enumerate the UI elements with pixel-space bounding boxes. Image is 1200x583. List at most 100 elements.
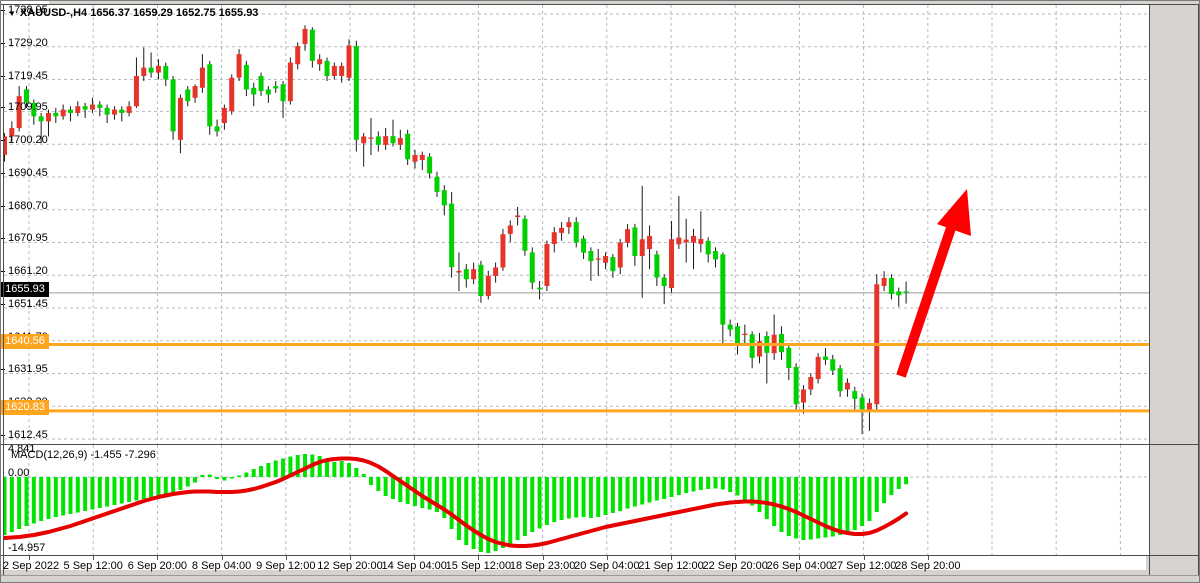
time-axis-label: 14 Sep 04:00: [381, 560, 446, 572]
pane-separator[interactable]: [1, 444, 1200, 445]
macd-histogram-bar: [523, 477, 527, 536]
price-chart-pane[interactable]: [4, 5, 1149, 444]
candle-down: [390, 136, 395, 143]
candle-up: [134, 76, 139, 106]
macd-histogram-bar: [215, 477, 219, 479]
price-chart-canvas[interactable]: [4, 5, 1149, 444]
price-axis-label: 1631.95: [8, 363, 48, 376]
candle-down: [310, 30, 315, 61]
macd-histogram-bar: [32, 477, 36, 524]
macd-histogram-bar: [142, 477, 146, 499]
candle-up: [347, 45, 352, 77]
candle-up: [361, 136, 366, 143]
candle-up: [61, 110, 66, 117]
macd-histogram-bar: [222, 477, 226, 481]
candle-up: [127, 106, 132, 113]
price-axis-label: 1661.20: [8, 265, 48, 278]
macd-histogram-bar: [589, 477, 593, 518]
trend-arrow-shaft[interactable]: [901, 225, 952, 376]
candle-up: [742, 334, 747, 335]
macd-histogram-bar: [853, 477, 857, 530]
macd-indicator-pane[interactable]: [4, 445, 1149, 555]
macd-histogram-bar: [721, 477, 725, 490]
candle-down: [728, 325, 733, 330]
macd-histogram-bar: [574, 477, 578, 518]
candle-up: [237, 54, 242, 78]
candle-up: [412, 155, 417, 162]
candle-down: [207, 64, 212, 126]
candle-up: [141, 68, 146, 76]
macd-histogram-bar: [596, 477, 600, 517]
candle-down: [904, 291, 909, 292]
candle-up: [339, 66, 344, 76]
symbol-dropdown-icon[interactable]: ▼: [8, 8, 16, 19]
candle-up: [420, 155, 425, 160]
candle-up: [471, 269, 476, 279]
candle-down: [97, 105, 102, 108]
macd-histogram-bar: [736, 477, 740, 496]
macd-histogram-bar: [552, 477, 556, 522]
candle-down: [163, 66, 168, 79]
time-axis-label: 22 Sep 20:00: [702, 560, 767, 572]
macd-histogram-bar: [838, 477, 842, 535]
macd-canvas[interactable]: [4, 445, 1149, 555]
candle-up: [603, 256, 608, 263]
macd-histogram-bar: [156, 477, 160, 496]
candle-down: [354, 46, 359, 140]
candle-up: [193, 86, 198, 98]
macd-histogram-bar: [809, 477, 813, 540]
candle-down: [720, 254, 725, 324]
macd-histogram-bar: [68, 477, 72, 514]
macd-histogram-bar: [281, 459, 285, 478]
macd-histogram-bar: [545, 477, 549, 525]
macd-bottom-border: [1, 555, 1200, 556]
candle-up: [566, 222, 571, 227]
macd-histogram-bar: [362, 474, 366, 477]
candle-up: [845, 383, 850, 390]
macd-histogram-bar: [604, 477, 608, 515]
candle-down: [823, 357, 828, 360]
candle-down: [325, 61, 330, 76]
time-axis-label: 28 Sep 20:00: [895, 560, 960, 572]
macd-histogram-bar: [266, 463, 270, 477]
time-axis-label: 27 Sep 12:00: [831, 560, 896, 572]
price-axis-label: 1709.95: [8, 101, 48, 114]
candle-up: [559, 228, 564, 233]
price-axis-label: 1729.20: [8, 37, 48, 50]
macd-histogram-bar: [134, 477, 138, 501]
macd-histogram-bar: [457, 477, 461, 540]
macd-histogram-bar: [516, 477, 520, 540]
time-axis-label: 6 Sep 20:00: [128, 560, 187, 572]
macd-histogram-bar: [90, 477, 94, 510]
macd-histogram-bar: [633, 477, 637, 507]
candle-up: [552, 232, 557, 244]
candle-down: [449, 204, 454, 267]
macd-histogram-bar: [684, 477, 688, 493]
trend-arrow-head[interactable]: [937, 189, 971, 236]
candle-up: [486, 276, 491, 296]
candle-down: [376, 136, 381, 144]
candle-down: [588, 251, 593, 261]
axis-separator[interactable]: [1149, 4, 1150, 575]
macd-histogram-bar: [384, 477, 388, 496]
candle-up: [515, 215, 520, 217]
macd-histogram-bar: [714, 477, 718, 489]
macd-histogram-bar: [757, 477, 761, 512]
macd-histogram-bar: [83, 477, 87, 511]
candle-up: [90, 105, 95, 110]
candle-up: [295, 46, 300, 64]
candle-up: [676, 238, 681, 245]
time-axis-label: 8 Sep 04:00: [192, 560, 251, 572]
candle-up: [317, 59, 322, 64]
macd-histogram-bar: [332, 462, 336, 477]
macd-histogram-bar: [875, 477, 879, 512]
candle-up: [332, 66, 337, 76]
macd-histogram-bar: [860, 477, 864, 526]
macd-histogram-bar: [10, 477, 14, 532]
candle-down: [266, 89, 271, 94]
candle-down: [478, 265, 483, 296]
macd-histogram-bar: [648, 477, 652, 503]
candle-down: [830, 359, 835, 370]
macd-histogram-bar: [538, 477, 542, 529]
macd-histogram-bar: [618, 477, 622, 511]
